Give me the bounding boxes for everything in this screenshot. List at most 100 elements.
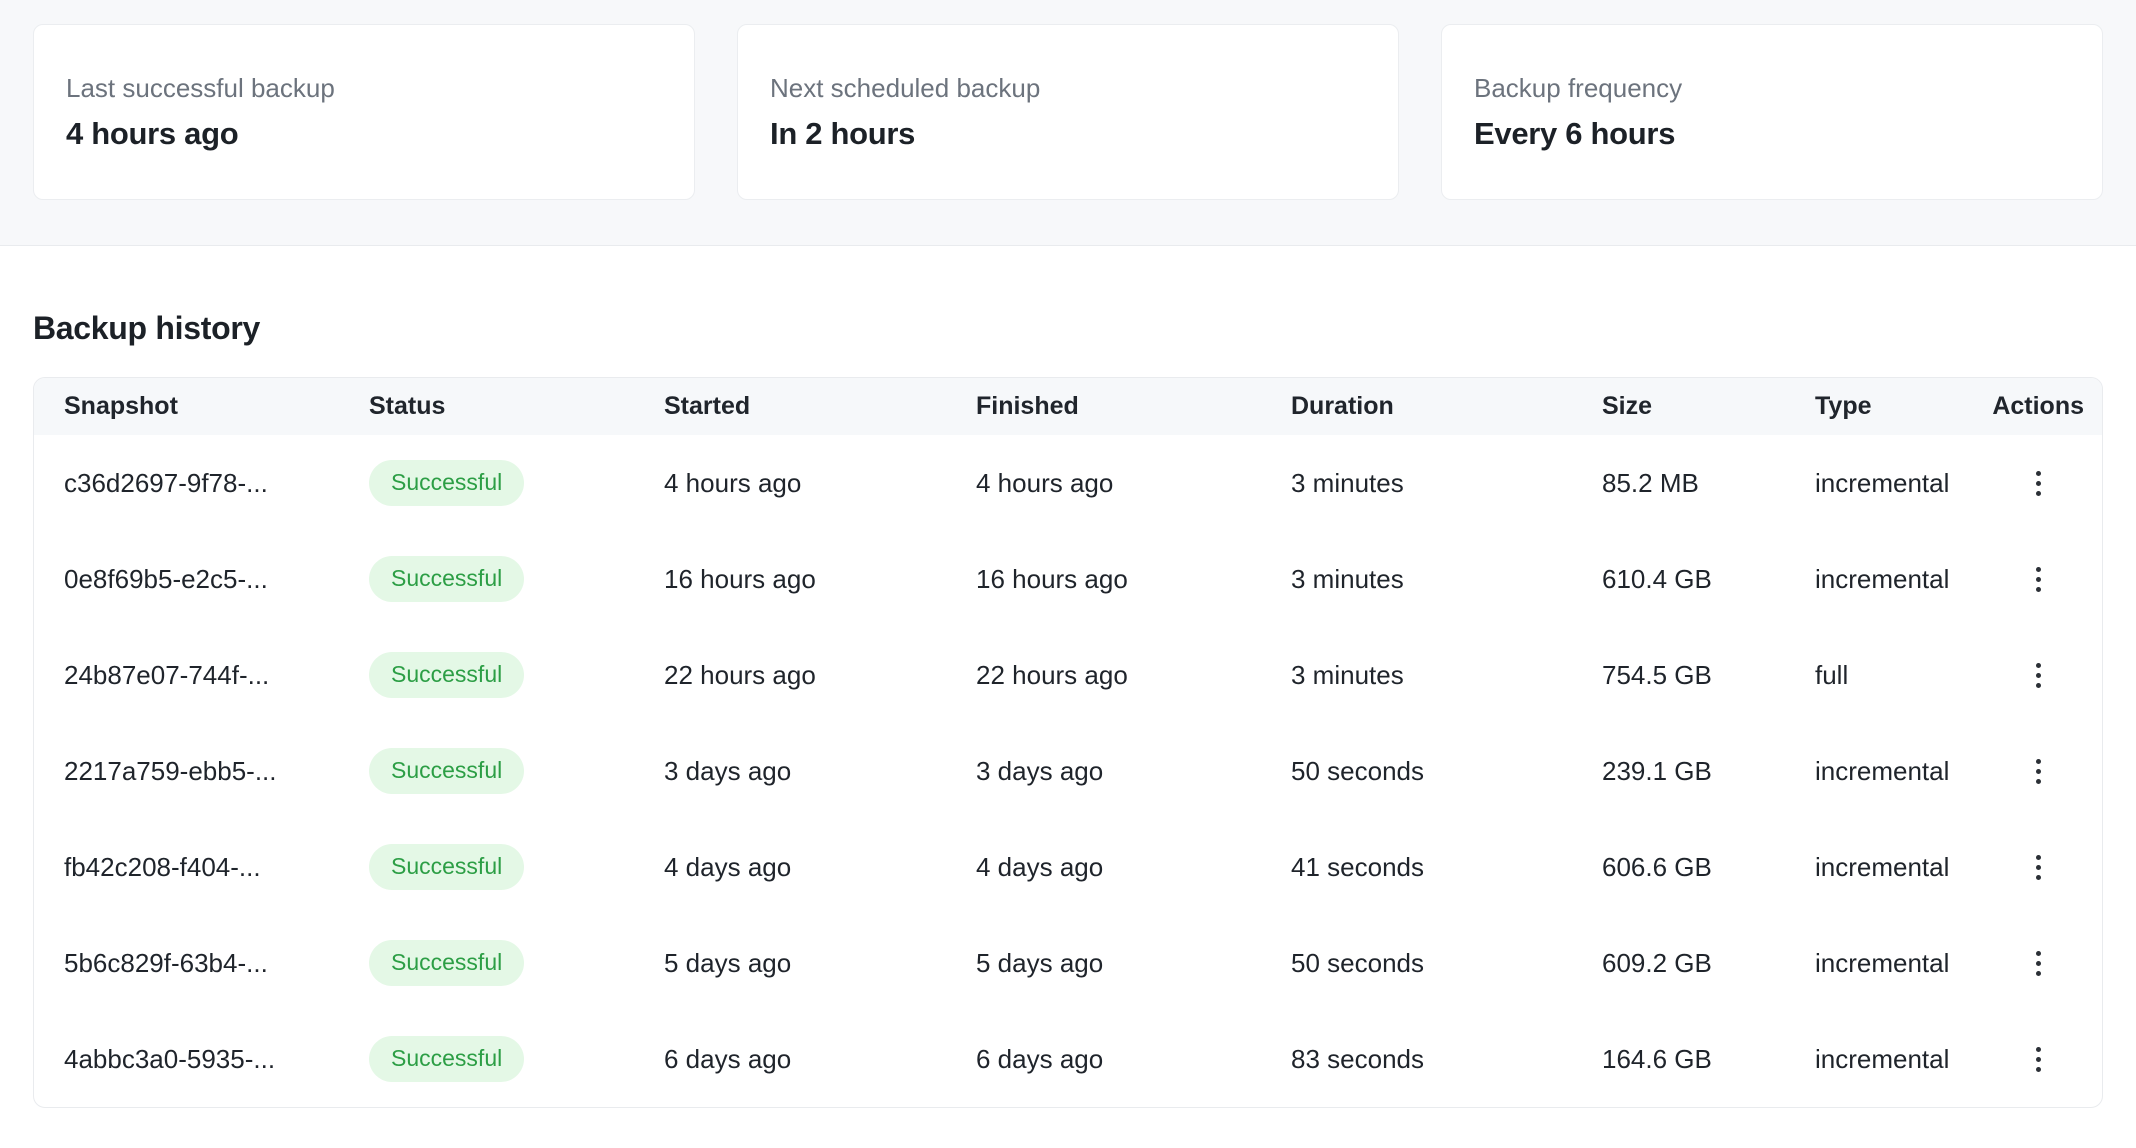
- type-cell: incremental: [1815, 723, 1991, 819]
- status-cell: Successful: [369, 1011, 664, 1107]
- type-cell: incremental: [1815, 819, 1991, 915]
- finished-cell: 4 days ago: [976, 819, 1291, 915]
- actions-cell: [1991, 531, 2102, 627]
- finished-cell: 5 days ago: [976, 915, 1291, 1011]
- card-next-scheduled-backup: Next scheduled backup In 2 hours: [737, 24, 1399, 200]
- status-cell: Successful: [369, 531, 664, 627]
- duration-cell: 3 minutes: [1291, 531, 1602, 627]
- backup-history-title: Backup history: [33, 310, 2103, 347]
- column-header-type: Type: [1815, 378, 1991, 435]
- started-cell: 22 hours ago: [664, 627, 976, 723]
- table-row: 0e8f69b5-e2c5-...Successful16 hours ago1…: [34, 531, 2102, 627]
- status-cell: Successful: [369, 627, 664, 723]
- duration-cell: 3 minutes: [1291, 435, 1602, 531]
- column-header-snapshot: Snapshot: [34, 378, 369, 435]
- finished-cell: 22 hours ago: [976, 627, 1291, 723]
- size-cell: 85.2 MB: [1602, 435, 1815, 531]
- size-cell: 609.2 GB: [1602, 915, 1815, 1011]
- started-cell: 4 hours ago: [664, 435, 976, 531]
- started-cell: 3 days ago: [664, 723, 976, 819]
- table-body: c36d2697-9f78-...Successful4 hours ago4 …: [34, 435, 2102, 1107]
- snapshot-id: 2217a759-ebb5-...: [34, 723, 369, 819]
- status-badge: Successful: [369, 460, 524, 506]
- table-row: fb42c208-f404-...Successful4 days ago4 d…: [34, 819, 2102, 915]
- kebab-vertical-icon: [2036, 471, 2041, 496]
- type-cell: incremental: [1815, 531, 1991, 627]
- kebab-vertical-icon: [2036, 951, 2041, 976]
- size-cell: 164.6 GB: [1602, 1011, 1815, 1107]
- snapshot-id: c36d2697-9f78-...: [34, 435, 369, 531]
- duration-cell: 3 minutes: [1291, 627, 1602, 723]
- card-value: Every 6 hours: [1474, 116, 2070, 152]
- actions-cell: [1991, 627, 2102, 723]
- column-header-started: Started: [664, 378, 976, 435]
- status-cell: Successful: [369, 723, 664, 819]
- backup-history-section: Backup history Snapshot Status Started F…: [0, 310, 2136, 1136]
- row-actions-button[interactable]: [2016, 941, 2060, 985]
- finished-cell: 3 days ago: [976, 723, 1291, 819]
- column-header-actions: Actions: [1991, 378, 2102, 435]
- row-actions-button[interactable]: [2016, 749, 2060, 793]
- kebab-vertical-icon: [2036, 855, 2041, 880]
- size-cell: 239.1 GB: [1602, 723, 1815, 819]
- column-header-duration: Duration: [1291, 378, 1602, 435]
- size-cell: 606.6 GB: [1602, 819, 1815, 915]
- card-backup-frequency: Backup frequency Every 6 hours: [1441, 24, 2103, 200]
- actions-cell: [1991, 915, 2102, 1011]
- kebab-vertical-icon: [2036, 1047, 2041, 1072]
- duration-cell: 41 seconds: [1291, 819, 1602, 915]
- status-badge: Successful: [369, 652, 524, 698]
- backup-history-table: Snapshot Status Started Finished Duratio…: [34, 378, 2102, 1107]
- card-label: Backup frequency: [1474, 73, 2070, 104]
- duration-cell: 83 seconds: [1291, 1011, 1602, 1107]
- backup-history-table-card: Snapshot Status Started Finished Duratio…: [33, 377, 2103, 1108]
- duration-cell: 50 seconds: [1291, 723, 1602, 819]
- started-cell: 4 days ago: [664, 819, 976, 915]
- row-actions-button[interactable]: [2016, 845, 2060, 889]
- table-header: Snapshot Status Started Finished Duratio…: [34, 378, 2102, 435]
- kebab-vertical-icon: [2036, 567, 2041, 592]
- card-label: Last successful backup: [66, 73, 662, 104]
- table-row: 4abbc3a0-5935-...Successful6 days ago6 d…: [34, 1011, 2102, 1107]
- kebab-vertical-icon: [2036, 663, 2041, 688]
- column-header-status: Status: [369, 378, 664, 435]
- status-badge: Successful: [369, 556, 524, 602]
- finished-cell: 6 days ago: [976, 1011, 1291, 1107]
- finished-cell: 4 hours ago: [976, 435, 1291, 531]
- status-badge: Successful: [369, 1036, 524, 1082]
- snapshot-id: 4abbc3a0-5935-...: [34, 1011, 369, 1107]
- status-badge: Successful: [369, 844, 524, 890]
- row-actions-button[interactable]: [2016, 557, 2060, 601]
- backup-summary-strip: Last successful backup 4 hours ago Next …: [0, 0, 2136, 246]
- table-row: c36d2697-9f78-...Successful 4 hours ago4 …: [34, 435, 2102, 531]
- status-badge: Successful: [369, 940, 524, 986]
- type-cell: full: [1815, 627, 1991, 723]
- started-cell: 16 hours ago: [664, 531, 976, 627]
- column-header-size: Size: [1602, 378, 1815, 435]
- type-cell: incremental: [1815, 915, 1991, 1011]
- actions-cell: [1991, 723, 2102, 819]
- status-cell: Successful: [369, 819, 664, 915]
- row-actions-button[interactable]: [2016, 461, 2060, 505]
- finished-cell: 16 hours ago: [976, 531, 1291, 627]
- row-actions-button[interactable]: [2016, 653, 2060, 697]
- card-label: Next scheduled backup: [770, 73, 1366, 104]
- status-cell: Successful: [369, 435, 664, 531]
- size-cell: 754.5 GB: [1602, 627, 1815, 723]
- status-badge: Successful: [369, 748, 524, 794]
- actions-cell: [1991, 819, 2102, 915]
- status-cell: Successful: [369, 915, 664, 1011]
- backup-settings-page: Last successful backup 4 hours ago Next …: [0, 0, 2136, 1136]
- actions-cell: [1991, 1011, 2102, 1107]
- snapshot-id: 5b6c829f-63b4-...: [34, 915, 369, 1011]
- type-cell: incremental: [1815, 435, 1991, 531]
- table-row: 2217a759-ebb5-...Successful 3 days ago3 d…: [34, 723, 2102, 819]
- column-header-finished: Finished: [976, 378, 1291, 435]
- card-value: 4 hours ago: [66, 116, 662, 152]
- table-row: 24b87e07-744f-...Successful22 hours ago2…: [34, 627, 2102, 723]
- row-actions-button[interactable]: [2016, 1037, 2060, 1081]
- type-cell: incremental: [1815, 1011, 1991, 1107]
- size-cell: 610.4 GB: [1602, 531, 1815, 627]
- actions-cell: [1991, 435, 2102, 531]
- table-row: 5b6c829f-63b4-...Successful5 days ago5 d…: [34, 915, 2102, 1011]
